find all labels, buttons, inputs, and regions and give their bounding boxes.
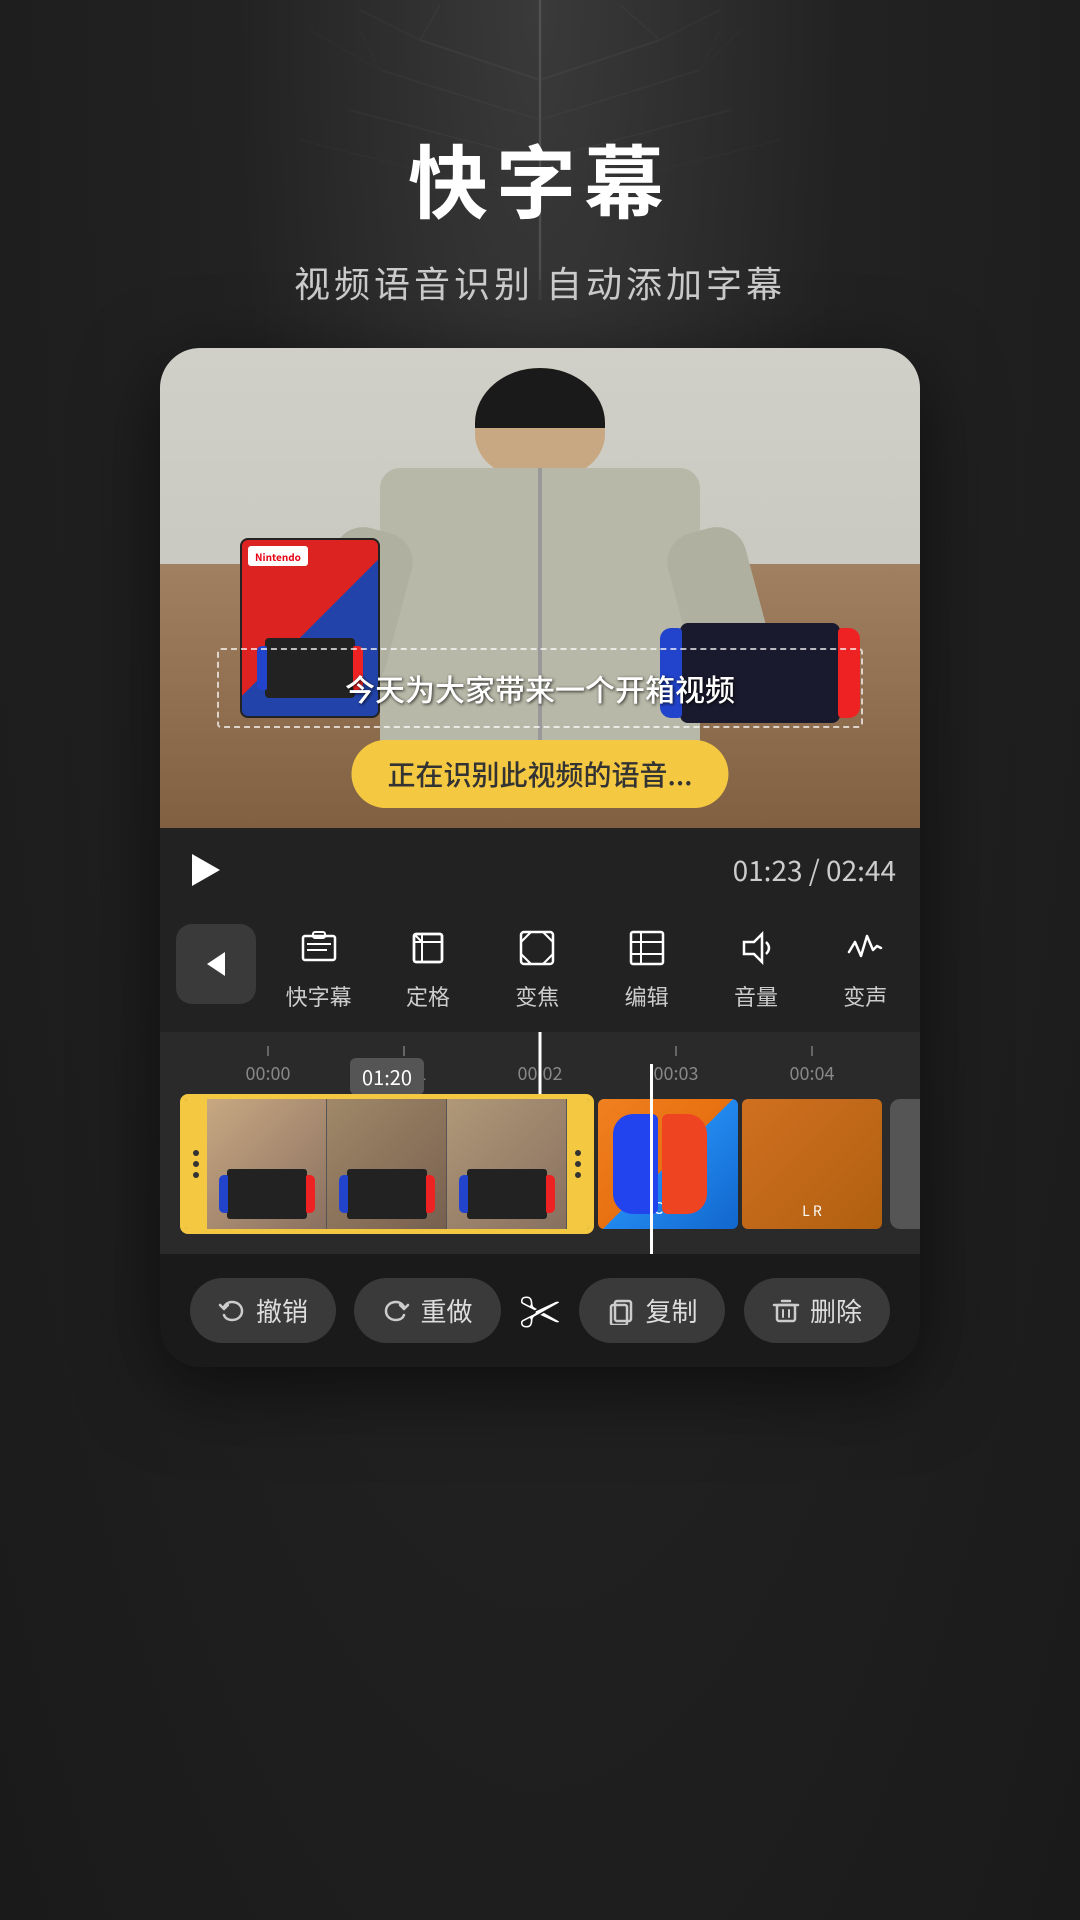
zoom-icon <box>513 924 561 972</box>
nintendo-logo: Nintendo <box>248 546 308 566</box>
redo-button[interactable]: 重做 <box>354 1278 500 1343</box>
tick-line-3 <box>675 1046 677 1056</box>
undo-icon <box>218 1297 246 1325</box>
scissors-button[interactable]: ✂ <box>519 1280 561 1341</box>
processing-badge: 正在识别此视频的语音... <box>351 740 728 808</box>
frame-switch-3 <box>467 1169 547 1219</box>
undo-label: 撤销 <box>256 1292 308 1329</box>
person-head <box>475 368 605 478</box>
tick-0: 00:00 <box>246 1046 291 1086</box>
header-section: 快字幕 视频语音识别 自动添加字幕 <box>294 0 786 348</box>
freeze-label: 定格 <box>406 980 450 1012</box>
phone-mockup: Nintendo <box>160 348 920 1367</box>
subtitle-overlay: 今天为大家带来一个开箱视频 <box>217 648 863 728</box>
clip-2-label: L R <box>802 1201 822 1221</box>
tick-label-0: 00:00 <box>246 1060 291 1086</box>
redo-icon <box>382 1297 410 1325</box>
handle-dots-right <box>575 1150 581 1178</box>
frame-switch-2 <box>347 1169 427 1219</box>
undo-button[interactable]: 撤销 <box>190 1278 336 1343</box>
play-button[interactable] <box>184 848 228 892</box>
clip-frames <box>207 1099 567 1229</box>
person-hair <box>475 368 605 428</box>
video-preview: Nintendo <box>160 348 920 1367</box>
strip-cursor <box>650 1064 653 1254</box>
delete-label: 删除 <box>810 1292 862 1329</box>
tool-voice[interactable]: 变声 <box>825 924 905 1012</box>
volume-icon <box>732 924 780 972</box>
video-strip-area[interactable]: 01:20 <box>160 1094 920 1254</box>
tick-label-4: 00:04 <box>790 1060 835 1086</box>
subtitle-icon <box>295 924 343 972</box>
tick-4: 00:04 <box>790 1046 835 1086</box>
page-title: 快字幕 <box>294 120 786 236</box>
clip-frame-1 <box>207 1099 327 1229</box>
subtitle-label: 快字幕 <box>286 980 352 1012</box>
add-clip-button[interactable]: + <box>890 1099 920 1229</box>
copy-icon <box>607 1297 635 1325</box>
copy-button[interactable]: 复制 <box>579 1278 725 1343</box>
joycon-visual <box>613 1109 723 1219</box>
clip-frame-3 <box>447 1099 567 1229</box>
tool-freeze[interactable]: 定格 <box>388 924 468 1012</box>
voice-label: 变声 <box>843 980 887 1012</box>
timeline-ruler: 00:00 00:01 00:02 00:03 <box>160 1032 920 1094</box>
controls-bar: 01:23 / 02:44 <box>160 828 920 908</box>
joycon-right <box>662 1114 707 1214</box>
timeline-cursor <box>539 1032 542 1094</box>
clip-frame-2 <box>327 1099 447 1229</box>
tools-list: 快字幕 定格 <box>264 924 920 1012</box>
tool-subtitle[interactable]: 快字幕 <box>279 924 359 1012</box>
tools-back-button[interactable] <box>176 924 256 1004</box>
back-chevron-icon <box>207 952 225 976</box>
tick-line-4 <box>811 1046 813 1056</box>
secondary-clip-2[interactable]: L R <box>742 1099 882 1229</box>
delete-icon <box>772 1297 800 1325</box>
edit-label: 编辑 <box>625 980 669 1012</box>
tick-line-0 <box>267 1046 269 1056</box>
page-content: 快字幕 视频语音识别 自动添加字幕 <box>0 0 1080 1367</box>
handle-dots-left <box>193 1150 199 1178</box>
time-display: 01:23 / 02:44 <box>733 850 896 890</box>
video-strip-wrapper: 01:20 <box>160 1094 920 1234</box>
page-subtitle: 视频语音识别 自动添加字幕 <box>294 256 786 308</box>
video-subtitle-text: 今天为大家带来一个开箱视频 <box>239 666 841 710</box>
edit-icon <box>623 924 671 972</box>
tick-label-3: 00:03 <box>654 1060 699 1086</box>
freeze-icon <box>404 924 452 972</box>
frame-switch-1 <box>227 1169 307 1219</box>
redo-label: 重做 <box>420 1292 472 1329</box>
clip-handle-right[interactable] <box>567 1099 589 1229</box>
tools-row: 快字幕 定格 <box>160 908 920 1032</box>
volume-label: 音量 <box>734 980 778 1012</box>
clip-selected <box>180 1094 594 1234</box>
main-clip[interactable]: 01:20 <box>180 1094 594 1234</box>
tick-line-1 <box>403 1046 405 1056</box>
tool-volume[interactable]: 音量 <box>716 924 796 1012</box>
clip-handle-left[interactable] <box>185 1099 207 1229</box>
tool-edit[interactable]: 编辑 <box>607 924 687 1012</box>
secondary-clips: Con L R + <box>598 1099 920 1229</box>
zoom-label: 变焦 <box>515 980 559 1012</box>
secondary-clip-1[interactable]: Con <box>598 1099 738 1229</box>
copy-label: 复制 <box>645 1292 697 1329</box>
tick-3: 00:03 <box>654 1046 699 1086</box>
play-icon <box>192 854 220 886</box>
voice-icon <box>841 924 889 972</box>
video-frame: Nintendo <box>160 348 920 828</box>
bottom-toolbar: 撤销 重做 ✂ 复制 <box>160 1254 920 1367</box>
clip-timestamp: 01:20 <box>350 1058 424 1095</box>
delete-button[interactable]: 删除 <box>744 1278 890 1343</box>
tool-zoom[interactable]: 变焦 <box>497 924 577 1012</box>
